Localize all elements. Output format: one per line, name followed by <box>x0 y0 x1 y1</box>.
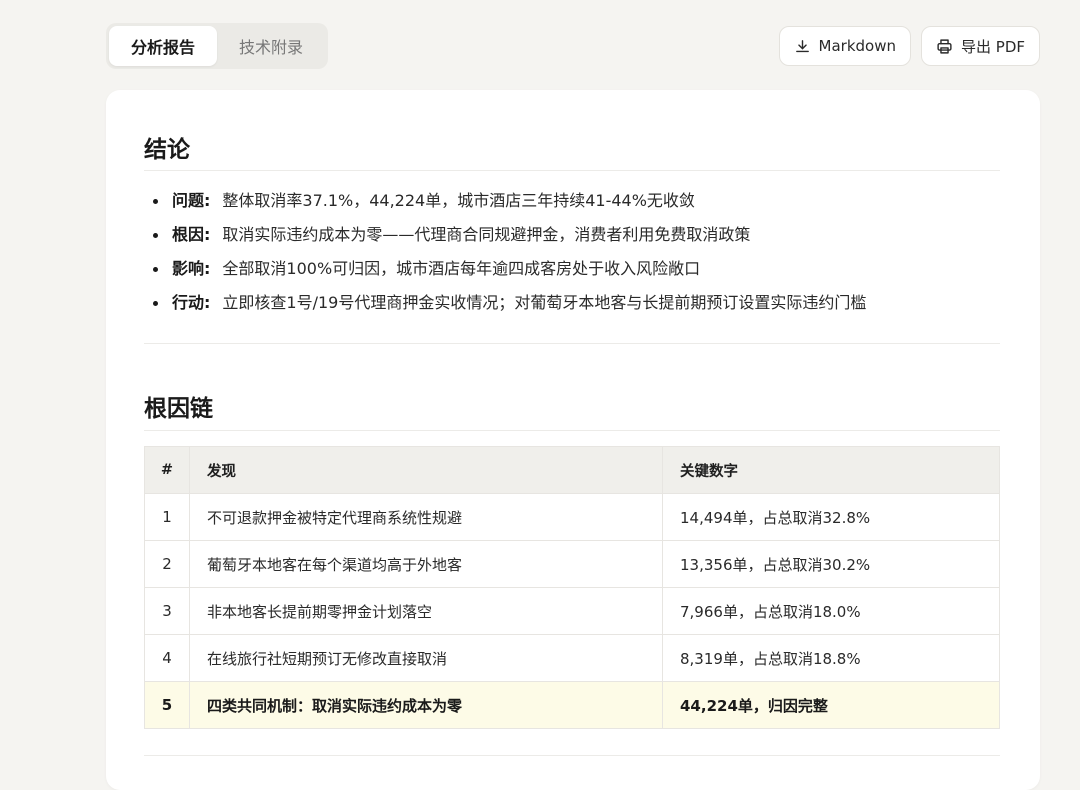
list-item: 根因: 取消实际违约成本为零——代理商合同规避押金，消费者利用免费取消政策 <box>152 218 866 252</box>
export-pdf-label: 导出 PDF <box>961 37 1025 56</box>
row-finding: 四类共同机制：取消实际违约成本为零 <box>189 681 663 729</box>
view-tabs: 分析报告 技术附录 <box>106 23 329 69</box>
top-toolbar: 分析报告 技术附录 Markdown 导出 PDF <box>0 0 1080 90</box>
download-icon <box>795 39 809 52</box>
column-header-finding: 发现 <box>189 446 663 494</box>
list-item-text: 全部取消100%可归因，城市酒店每年逾四成客房处于收入风险敞口 <box>222 259 701 278</box>
row-finding: 葡萄牙本地客在每个渠道均高于外地客 <box>189 540 663 588</box>
root-cause-table: # 发现 关键数字 1 不可退款押金被特定代理商系统性规避 14,494单，占总… <box>144 446 1000 729</box>
row-finding: 不可退款押金被特定代理商系统性规避 <box>189 493 663 541</box>
table-row: 4 在线旅行社短期预订无修改直接取消 8,319单，占总取消18.8% <box>144 634 1000 682</box>
root-cause-chain-heading: 根因链 <box>144 396 213 422</box>
row-key-figure: 14,494单，占总取消32.8% <box>662 493 1000 541</box>
row-number: 5 <box>144 681 190 729</box>
tab-analysis-report[interactable]: 分析报告 <box>109 26 218 66</box>
list-item-text: 立即核查1号/19号代理商押金实收情况；对葡萄牙本地客与长提前期预订设置实际违约… <box>222 293 867 312</box>
row-number: 2 <box>144 540 190 588</box>
row-number: 4 <box>144 634 190 682</box>
list-item-label: 影响: <box>172 259 211 278</box>
list-item-label: 问题: <box>172 191 211 210</box>
conclusion-list: 问题: 整体取消率37.1%，44,224单，城市酒店三年持续41-44%无收敛 … <box>144 184 866 320</box>
row-key-figure: 44,224单，归因完整 <box>662 681 1000 729</box>
table-row: 2 葡萄牙本地客在每个渠道均高于外地客 13,356单，占总取消30.2% <box>144 540 1000 588</box>
conclusion-heading-divider <box>144 170 1000 171</box>
list-item: 行动: 立即核查1号/19号代理商押金实收情况；对葡萄牙本地客与长提前期预订设置实… <box>152 286 867 320</box>
list-item-label: 行动: <box>172 293 211 312</box>
row-key-figure: 13,356单，占总取消30.2% <box>662 540 1000 588</box>
list-item-label: 根因: <box>172 225 211 244</box>
table-row: 1 不可退款押金被特定代理商系统性规避 14,494单，占总取消32.8% <box>144 493 1000 541</box>
conclusion-heading: 结论 <box>144 137 190 163</box>
chain-heading-divider <box>144 430 1000 431</box>
export-pdf-button[interactable]: 导出 PDF <box>921 26 1040 66</box>
table-row: 3 非本地客长提前期零押金计划落空 7,966单，占总取消18.0% <box>144 587 1000 635</box>
row-number: 3 <box>144 587 190 635</box>
row-key-figure: 7,966单，占总取消18.0% <box>662 587 1000 635</box>
table-header-row: # 发现 关键数字 <box>144 446 1000 494</box>
row-key-figure: 8,319单，占总取消18.8% <box>662 634 1000 682</box>
table-row-highlighted: 5 四类共同机制：取消实际违约成本为零 44,224单，归因完整 <box>144 681 1000 729</box>
row-number: 1 <box>144 493 190 541</box>
column-header-key-figure: 关键数字 <box>662 446 1000 494</box>
row-finding: 在线旅行社短期预订无修改直接取消 <box>189 634 663 682</box>
export-markdown-label: Markdown <box>818 37 896 55</box>
list-item: 影响: 全部取消100%可归因，城市酒店每年逾四成客房处于收入风险敞口 <box>152 252 866 286</box>
list-item-text: 整体取消率37.1%，44,224单，城市酒店三年持续41-44%无收敛 <box>222 191 695 210</box>
tab-technical-appendix[interactable]: 技术附录 <box>217 26 325 66</box>
printer-icon <box>937 38 952 54</box>
list-item-text: 取消实际违约成本为零——代理商合同规避押金，消费者利用免费取消政策 <box>222 225 751 244</box>
section-divider <box>144 343 1000 344</box>
report-card: 结论 问题: 整体取消率37.1%，44,224单，城市酒店三年持续41-44%无… <box>106 90 1040 790</box>
list-item: 问题: 整体取消率37.1%，44,224单，城市酒店三年持续41-44%无收敛 <box>152 184 866 218</box>
row-finding: 非本地客长提前期零押金计划落空 <box>189 587 663 635</box>
export-actions: Markdown 导出 PDF <box>778 26 1040 66</box>
bottom-divider <box>144 755 1000 756</box>
export-markdown-button[interactable]: Markdown <box>778 26 911 66</box>
column-header-number: # <box>144 446 190 494</box>
